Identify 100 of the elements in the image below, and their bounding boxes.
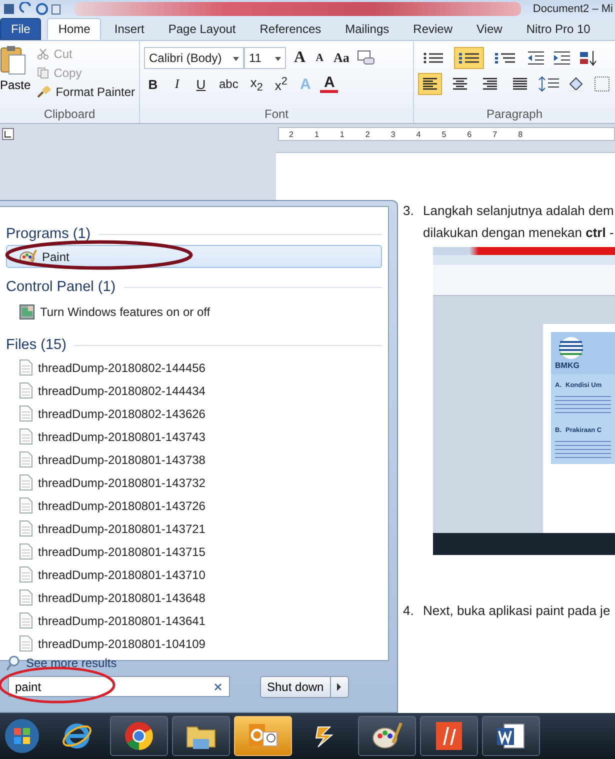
copy-icon bbox=[36, 67, 49, 79]
see-more-results-link[interactable]: See more results bbox=[6, 655, 117, 671]
align-icon bbox=[422, 77, 438, 91]
search-result-item[interactable]: threadDump-20180801-143721 bbox=[6, 517, 382, 540]
palette-icon bbox=[19, 248, 37, 264]
search-icon bbox=[6, 655, 20, 671]
search-result-item[interactable]: threadDump-20180802-144456 bbox=[6, 356, 382, 379]
search-result-item[interactable]: Paint bbox=[6, 245, 382, 268]
search-result-item[interactable]: threadDump-20180801-143648 bbox=[6, 586, 382, 609]
ruler-toggle-icon[interactable] bbox=[2, 128, 14, 140]
search-result-item[interactable]: threadDump-20180801-143726 bbox=[6, 494, 382, 517]
document-icon bbox=[19, 451, 33, 468]
pdf-app-icon bbox=[435, 721, 463, 751]
ribbon-tab[interactable]: References bbox=[248, 18, 332, 40]
document-icon bbox=[19, 635, 33, 652]
font-size-dropdown[interactable]: 11 bbox=[244, 47, 286, 69]
paintbrush-icon bbox=[36, 86, 51, 98]
search-result-item[interactable]: threadDump-20180801-143732 bbox=[6, 471, 382, 494]
font-format-button[interactable]: x$^{2}$ bbox=[272, 75, 290, 93]
taskbar-button[interactable] bbox=[482, 716, 540, 756]
document-icon bbox=[19, 405, 33, 422]
ribbon-tab[interactable]: Home bbox=[47, 18, 102, 40]
palette-icon bbox=[371, 721, 403, 751]
search-result-item[interactable]: threadDump-20180801-143715 bbox=[6, 540, 382, 563]
taskbar-button[interactable] bbox=[110, 716, 168, 756]
document-icon bbox=[19, 497, 33, 514]
list-icon bbox=[422, 51, 444, 65]
align-icon bbox=[452, 77, 468, 91]
search-result-item[interactable]: threadDump-20180802-143626 bbox=[6, 402, 382, 425]
line-spacing-icon[interactable] bbox=[538, 76, 560, 92]
search-field[interactable]: paint bbox=[8, 676, 230, 697]
paragraph-line: dilakukan dengan menekan ctrl - bbox=[423, 225, 615, 241]
document-icon bbox=[19, 428, 33, 445]
ribbon-tab[interactable]: View bbox=[466, 18, 514, 40]
windows-orb-icon bbox=[4, 718, 40, 754]
ribbon-tab[interactable]: Review bbox=[402, 18, 464, 40]
taskbar-button[interactable] bbox=[172, 716, 230, 756]
grow-font-button[interactable]: A bbox=[292, 49, 308, 67]
ribbon-tab[interactable]: Page Layout bbox=[157, 18, 247, 40]
window-title: Document2 – Mi bbox=[532, 3, 613, 15]
logo-text: BMKG bbox=[555, 361, 580, 370]
font-format-button[interactable]: x$_{2}$ bbox=[247, 74, 266, 94]
document-icon bbox=[19, 566, 33, 583]
clipboard-icon bbox=[0, 45, 26, 75]
paragraph-line: Langkah selanjutnya adalah dem bbox=[423, 203, 615, 219]
section-heading: Files (15) bbox=[6, 337, 66, 353]
document-icon bbox=[19, 359, 33, 376]
align-button[interactable] bbox=[418, 73, 442, 95]
section-heading: Control Panel (1) bbox=[6, 279, 116, 295]
format-painter-button[interactable]: Format Painter bbox=[34, 84, 138, 100]
decrease-indent-icon[interactable] bbox=[526, 51, 546, 65]
word-document-icon bbox=[496, 721, 526, 751]
search-result-item[interactable]: threadDump-20180801-143738 bbox=[6, 448, 382, 471]
document-icon bbox=[19, 612, 33, 629]
ribbon-tab[interactable]: Nitro Pro 10 bbox=[515, 18, 602, 40]
quick-access-toolbar-icon[interactable] bbox=[2, 2, 62, 16]
horizontal-ruler: 2 1 1 2 3 4 5 6 7 8 bbox=[278, 127, 615, 141]
align-icon bbox=[482, 77, 498, 91]
taskbar-button[interactable] bbox=[358, 716, 416, 756]
font-format-button[interactable]: A bbox=[320, 76, 338, 92]
font-format-button[interactable]: B bbox=[144, 76, 162, 92]
list-icon bbox=[458, 51, 480, 65]
group-label: Clipboard bbox=[42, 107, 96, 121]
ribbon-tab[interactable]: Mailings bbox=[334, 18, 400, 40]
document-icon bbox=[19, 543, 33, 560]
borders-icon[interactable] bbox=[594, 76, 610, 92]
clear-icon[interactable] bbox=[214, 683, 222, 691]
document-icon bbox=[19, 520, 33, 537]
ribbon-tab[interactable]: File bbox=[0, 18, 42, 40]
document-icon bbox=[19, 474, 33, 491]
search-result-item[interactable]: threadDump-20180801-143641 bbox=[6, 609, 382, 632]
control-panel-icon bbox=[19, 304, 35, 320]
list-icon bbox=[494, 51, 516, 65]
search-result-item[interactable]: Turn Windows features on or off bbox=[6, 298, 382, 326]
document-icon bbox=[19, 382, 33, 399]
search-result-item[interactable]: threadDump-20180801-104109 bbox=[6, 632, 382, 655]
list-number: 3. bbox=[403, 203, 415, 220]
group-label: Paragraph bbox=[485, 107, 544, 121]
search-result-item[interactable]: threadDump-20180802-144434 bbox=[6, 379, 382, 402]
list-number: 4. bbox=[403, 603, 415, 619]
increase-indent-icon[interactable] bbox=[552, 51, 572, 65]
shrink-font-button[interactable]: A bbox=[314, 52, 326, 64]
shut-down-button[interactable]: Shut down bbox=[260, 676, 331, 698]
shut-down-options-button[interactable] bbox=[330, 676, 349, 698]
font-format-button[interactable]: abc bbox=[216, 77, 242, 91]
search-result-item[interactable]: threadDump-20180801-143710 bbox=[6, 563, 382, 586]
section-heading: Programs (1) bbox=[6, 226, 91, 242]
change-case-button[interactable]: Aa bbox=[332, 50, 352, 66]
font-format-button[interactable]: U bbox=[192, 76, 210, 92]
align-icon bbox=[512, 77, 528, 91]
font-format-button[interactable]: I bbox=[168, 76, 186, 92]
search-result-item[interactable]: threadDump-20180801-143743 bbox=[6, 425, 382, 448]
font-family-dropdown[interactable]: Calibri (Body) bbox=[144, 47, 244, 69]
ribbon-tab[interactable]: Insert bbox=[103, 18, 156, 40]
sort-icon[interactable] bbox=[578, 50, 598, 66]
eraser-icon[interactable] bbox=[357, 50, 376, 66]
numbered-list-button[interactable] bbox=[454, 47, 484, 69]
caret-icon bbox=[336, 682, 342, 690]
taskbar-button[interactable] bbox=[420, 716, 478, 756]
paste-button[interactable]: Paste bbox=[0, 45, 31, 100]
